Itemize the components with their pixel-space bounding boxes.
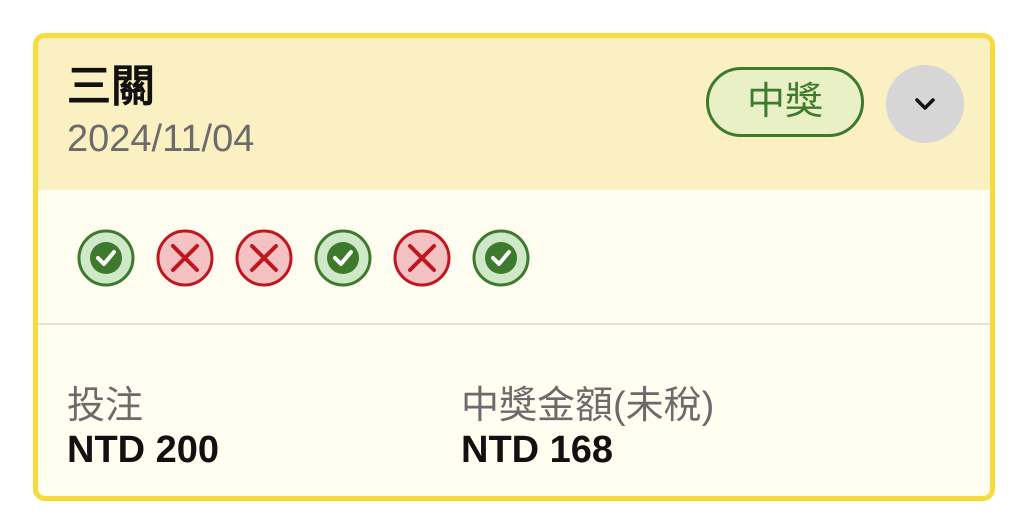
- payout-label: 中獎金額(未稅): [461, 385, 715, 427]
- bet-date: 2024/11/04: [67, 118, 255, 160]
- section-divider: [38, 323, 990, 325]
- bet-result-card: 三關 2024/11/04 中獎 投注 NTD 200 中獎金額(未稅) NTD…: [33, 33, 995, 501]
- expand-button[interactable]: [886, 65, 964, 143]
- check-circle-icon: [77, 229, 135, 287]
- bet-amount-label: 投注: [67, 385, 144, 427]
- status-badge: 中獎: [706, 67, 864, 137]
- cross-circle-icon: [156, 229, 214, 287]
- cross-circle-icon: [235, 229, 293, 287]
- bet-type-title: 三關: [67, 62, 155, 111]
- check-circle-icon: [472, 229, 530, 287]
- check-circle-icon: [314, 229, 372, 287]
- bet-amount-value: NTD 200: [67, 429, 220, 471]
- cross-circle-icon: [393, 229, 451, 287]
- card-header: 三關 2024/11/04 中獎: [38, 38, 990, 190]
- chevron-down-icon: [915, 98, 935, 110]
- match-results-row: [38, 190, 990, 323]
- payout-value: NTD 168: [461, 429, 614, 471]
